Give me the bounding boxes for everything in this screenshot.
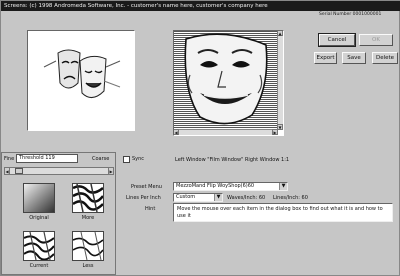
right-preview-vertical-scrollbar[interactable]: ▲ ▼ — [277, 31, 283, 130]
left-preview-window[interactable] — [27, 30, 135, 131]
preset-menu-dropdown[interactable]: MezzoMand Flip WoyShop(6)60 ▼ — [173, 182, 288, 191]
threshold-slider[interactable]: ◀ ▶ — [4, 167, 114, 175]
slider-left-arrow-icon[interactable]: ◀ — [4, 167, 10, 175]
hint-text-box: Move the mouse over each item in the dia… — [173, 203, 393, 222]
thumbnail-current[interactable] — [23, 231, 55, 261]
thumbnail-current-label: Current — [29, 263, 49, 269]
scroll-up-arrow-icon[interactable]: ▲ — [277, 31, 283, 36]
more-preview-image — [73, 184, 103, 212]
thumbnail-original[interactable] — [23, 183, 55, 213]
cancel-button[interactable]: Cancel — [318, 33, 356, 47]
scroll-right-arrow-icon[interactable]: ▶ — [272, 129, 278, 135]
comedy-mask-screened-image — [174, 31, 277, 129]
lines-per-inch-readout: Lines/Inch: 60 — [273, 195, 308, 201]
slider-thumb[interactable] — [15, 168, 23, 174]
preset-menu-value: MezzoMand Flip WoyShop(6)60 — [176, 183, 255, 189]
save-button[interactable]: Save — [342, 52, 366, 64]
lines-per-inch-label: Lines Per Inch — [126, 195, 161, 201]
thumbnail-more-label: More — [81, 215, 95, 221]
serial-number: Serial Number 0001000001 — [319, 12, 382, 17]
window-info-text: Left Window "Film Window" Right Window 1… — [175, 157, 290, 163]
lines-per-inch-dropdown[interactable]: Custom ▼ — [173, 193, 223, 202]
less-preview-image — [73, 232, 103, 260]
sync-checkbox[interactable] — [123, 156, 130, 163]
threshold-value-field[interactable]: Threshold 119 — [16, 154, 78, 163]
right-preview-horizontal-scrollbar[interactable]: ◀ ▶ — [174, 129, 278, 135]
thumbnail-less[interactable] — [72, 231, 104, 261]
threshold-value: Threshold 119 — [19, 155, 55, 161]
title-bar[interactable]: Screens: (c) 1998 Andromeda Software, In… — [1, 1, 400, 11]
coarse-label: Coarse — [92, 156, 110, 162]
hint-label: Hint — [145, 206, 156, 212]
thumbnail-original-label: Original — [29, 215, 49, 221]
sync-label: Sync — [132, 156, 145, 162]
lines-per-inch-value: Custom — [176, 194, 196, 200]
threshold-panel: Fine Threshold 119 Coarse ◀ ▶ Original M… — [1, 152, 116, 275]
preset-menu-label: Preset Menu — [131, 184, 162, 190]
right-preview-window[interactable]: ▲ ▼ ◀ ▶ — [173, 30, 284, 136]
screens-dialog-window: Screens: (c) 1998 Andromeda Software, In… — [0, 0, 400, 276]
original-preview-image — [24, 184, 54, 212]
current-preview-image — [24, 232, 54, 260]
scroll-left-arrow-icon[interactable]: ◀ — [174, 129, 179, 135]
thumbnail-less-label: Less — [82, 263, 94, 269]
fine-label: Fine — [4, 156, 15, 162]
thumbnail-more[interactable] — [72, 183, 104, 213]
export-button[interactable]: Export — [314, 52, 337, 64]
chevron-down-icon: ▼ — [214, 194, 222, 201]
delete-button[interactable]: Delete — [372, 52, 398, 64]
ok-button[interactable]: OK — [359, 34, 393, 46]
waves-per-inch-readout: Waves/Inch: 60 — [227, 195, 266, 201]
chevron-down-icon: ▼ — [279, 183, 287, 190]
slider-right-arrow-icon[interactable]: ▶ — [108, 167, 114, 175]
theater-masks-original-image — [28, 31, 134, 130]
